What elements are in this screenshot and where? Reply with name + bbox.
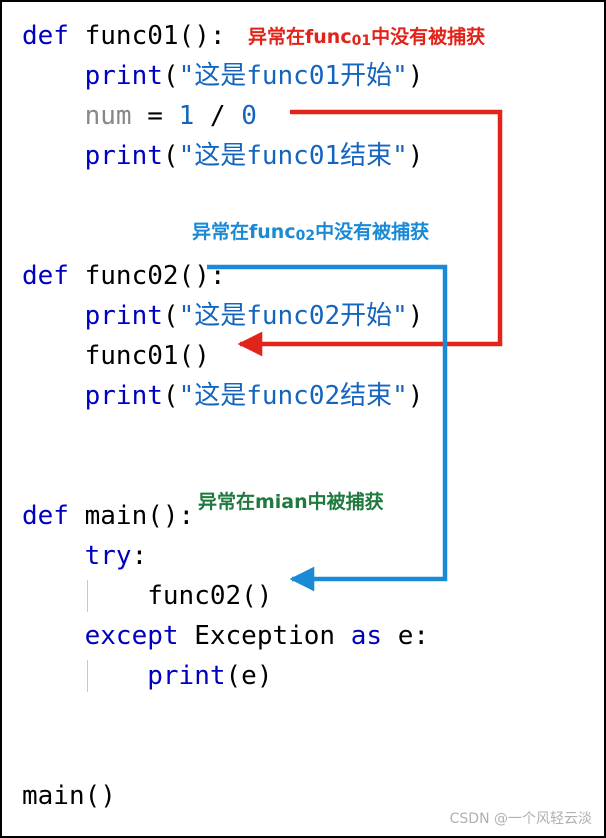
indent-guide	[87, 660, 88, 692]
code-line: try:	[22, 536, 588, 576]
code-token: Exception	[194, 621, 351, 651]
code-token: )	[407, 61, 424, 91]
code-line: func02()	[22, 576, 588, 616]
annotation-func02-uncaught: 异常在func02中没有被捕获	[192, 217, 429, 244]
code-line: print("这是func02开始")	[22, 296, 588, 336]
annotation-main-pre: 异常在mian中被捕获	[198, 491, 384, 513]
code-token: )	[407, 381, 424, 411]
code-token: print	[147, 661, 226, 691]
code-token: (	[162, 301, 179, 331]
code-token: 0	[241, 101, 257, 131]
code-token: (	[162, 381, 179, 411]
code-token: main():	[84, 501, 195, 531]
code-token: func01():	[84, 21, 226, 51]
code-token: "这是func01结束"	[178, 141, 408, 171]
code-token: :	[131, 541, 148, 571]
code-token: )	[407, 141, 424, 171]
code-token: /	[194, 101, 242, 131]
code-token: as	[350, 621, 398, 651]
annotation-main-caught: 异常在mian中被捕获	[198, 487, 384, 514]
annotation-func01-pre: 异常在func	[248, 26, 352, 48]
code-line: def func02():	[22, 256, 588, 296]
code-block: def func01(): print("这是func01开始") num = …	[22, 16, 588, 816]
code-line: num = 1 / 0	[22, 96, 588, 136]
code-token: (	[162, 141, 179, 171]
code-token: "这是func02结束"	[178, 381, 408, 411]
annotation-func02-post: 中没有被捕获	[315, 221, 430, 243]
code-token: func01()	[84, 341, 210, 371]
code-token: "这是func02开始"	[178, 301, 408, 331]
annotation-func02-sub: 02	[295, 228, 316, 244]
code-token: print	[84, 61, 163, 91]
code-token: )	[407, 301, 424, 331]
code-token: (	[162, 61, 179, 91]
diagram-canvas: def func01(): print("这是func01开始") num = …	[0, 0, 606, 838]
code-line: print("这是func01开始")	[22, 56, 588, 96]
code-token: def	[22, 261, 85, 291]
code-token: def	[22, 501, 85, 531]
code-token: (e)	[225, 661, 273, 691]
code-token: =	[131, 101, 179, 131]
code-line: except Exception as e:	[22, 616, 588, 656]
code-line: print("这是func02结束")	[22, 376, 588, 416]
code-token: def	[22, 21, 85, 51]
annotation-func01-post: 中没有被捕获	[371, 26, 486, 48]
code-token: func02():	[84, 261, 226, 291]
code-token: print	[84, 381, 163, 411]
code-token: except	[84, 621, 195, 651]
code-token: try	[84, 541, 132, 571]
code-token: print	[84, 301, 163, 331]
indent-guide	[87, 580, 88, 612]
code-token: print	[84, 141, 163, 171]
annotation-func02-pre: 异常在func	[192, 221, 296, 243]
code-line: func01()	[22, 336, 588, 376]
code-line: print("这是func01结束")	[22, 136, 588, 176]
code-token: 1	[178, 101, 195, 131]
code-token: num	[84, 101, 132, 131]
code-token: func02()	[147, 581, 273, 611]
code-line: print(e)	[22, 656, 588, 696]
annotation-func01-uncaught: 异常在func01中没有被捕获	[248, 22, 485, 49]
code-token: e:	[397, 621, 430, 651]
code-token: main()	[22, 781, 116, 811]
watermark: CSDN @一个风轻云淡	[449, 811, 592, 827]
annotation-func01-sub: 01	[351, 33, 372, 49]
code-token: "这是func01开始"	[178, 61, 408, 91]
